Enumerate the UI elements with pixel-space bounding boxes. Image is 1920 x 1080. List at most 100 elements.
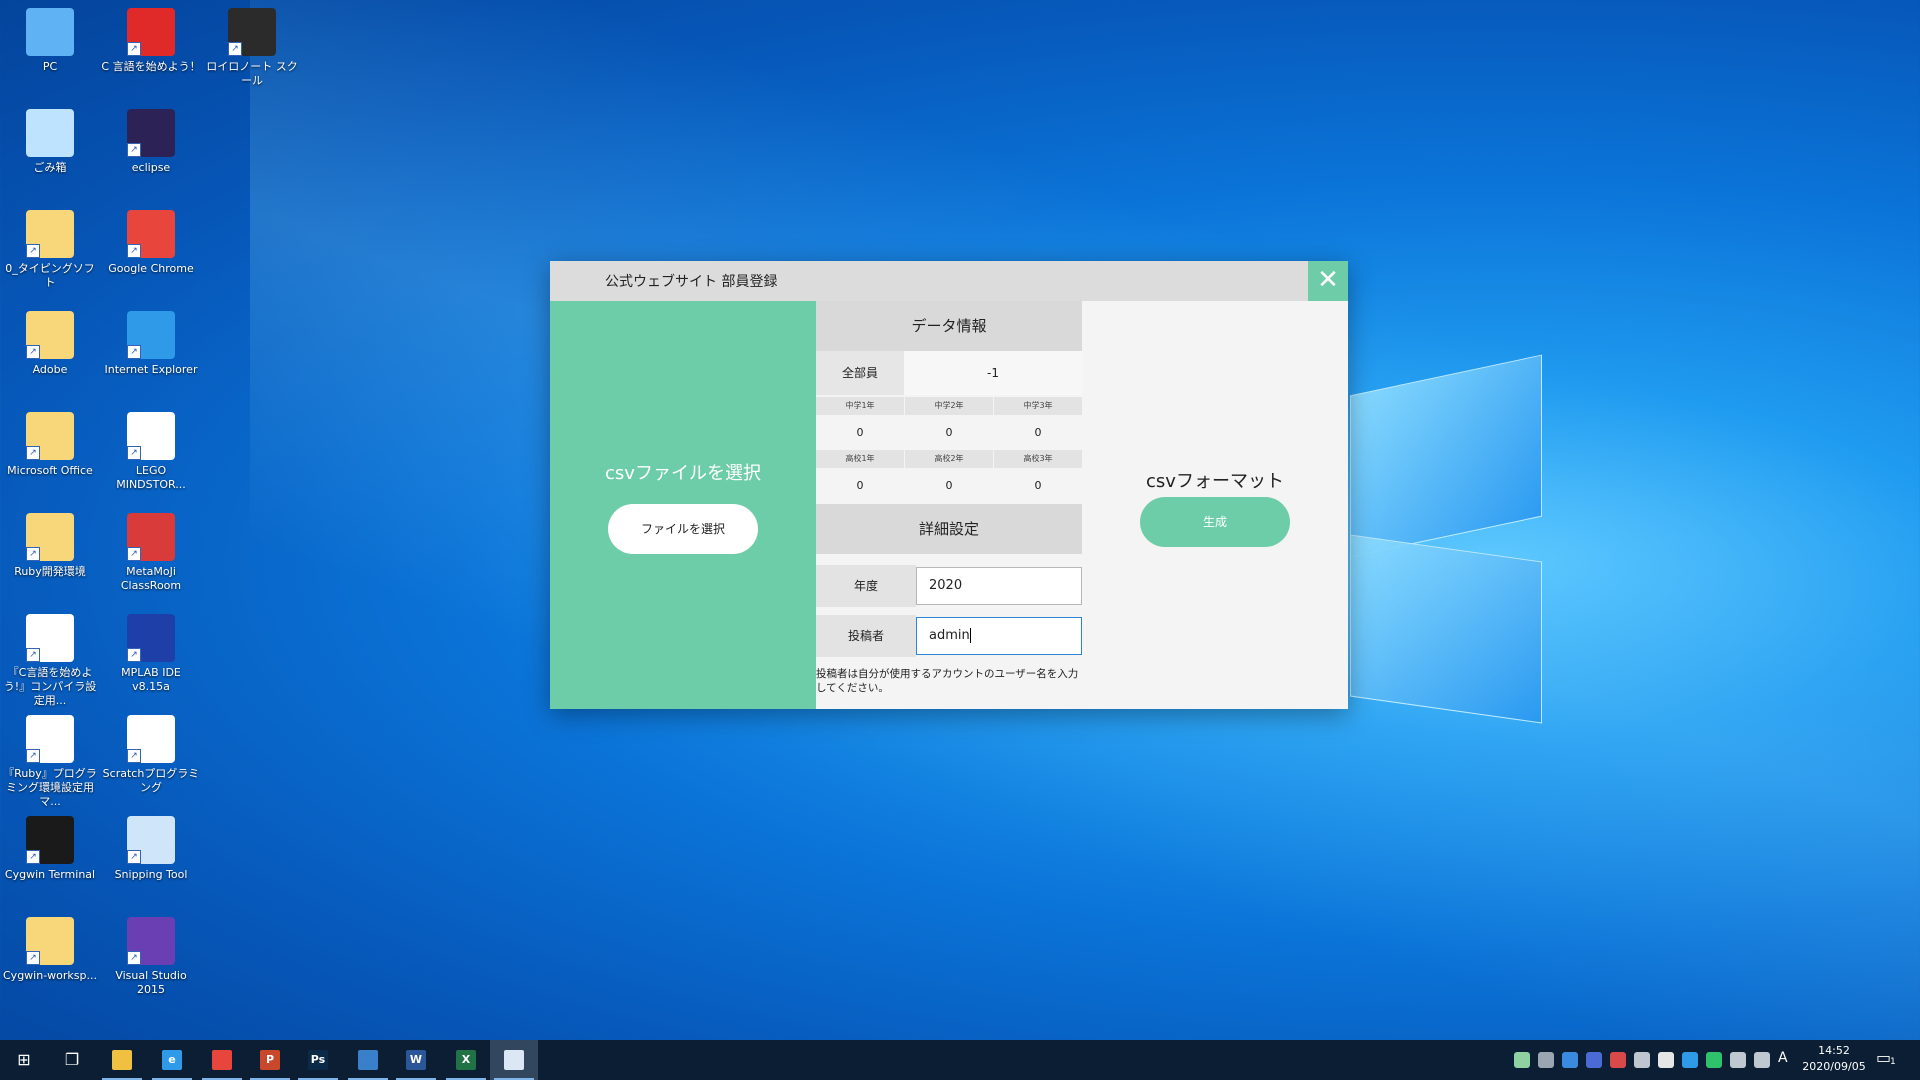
desktop-shortcut[interactable]: ↗ ロイロノート スクール <box>202 2 302 88</box>
shortcut-arrow-icon: ↗ <box>127 143 141 157</box>
c-language-icon: ↗ <box>127 8 175 56</box>
desktop-shortcut[interactable]: ごみ箱 <box>0 103 100 175</box>
bluetooth-icon[interactable] <box>1610 1052 1626 1068</box>
shortcut-arrow-icon: ↗ <box>26 749 40 763</box>
grade-label: 中学2年 <box>905 397 993 415</box>
grade-count: 0 <box>994 468 1082 503</box>
desktop-shortcut[interactable]: ↗ Microsoft Office <box>0 406 100 478</box>
chrome-icon: ↗ <box>127 210 175 258</box>
desktop-shortcut-label: Snipping Tool <box>114 868 188 881</box>
wallpaper-logo-pane <box>1350 534 1542 724</box>
poster-field[interactable]: admin <box>916 617 1082 655</box>
desktop-shortcut[interactable]: ↗ Scratchプログラミング <box>101 709 201 795</box>
taskbar-item[interactable]: W <box>392 1040 440 1080</box>
wechat-icon[interactable] <box>1514 1052 1530 1068</box>
csv-select-title: csvファイルを選択 <box>605 463 761 484</box>
usb-icon[interactable] <box>1658 1052 1674 1068</box>
folder-icon: ↗ <box>26 311 74 359</box>
taskbar-item[interactable]: e <box>148 1040 196 1080</box>
desktop-shortcut-label: MetaMoJi ClassRoom <box>120 565 182 592</box>
grade-count: 0 <box>994 415 1082 450</box>
taskbar-item[interactable] <box>198 1040 246 1080</box>
visual-studio-icon: ↗ <box>127 917 175 965</box>
tool-icon[interactable] <box>1634 1052 1650 1068</box>
network-icon[interactable] <box>1730 1052 1746 1068</box>
shield-icon[interactable] <box>1562 1052 1578 1068</box>
year-field[interactable]: 2020 <box>916 567 1082 605</box>
desktop-shortcut-label: Adobe <box>32 363 68 376</box>
grade-count: 0 <box>905 415 993 450</box>
generate-button[interactable]: 生成 <box>1140 497 1290 547</box>
ime-indicator[interactable]: A <box>1778 1050 1788 1066</box>
shortcut-arrow-icon: ↗ <box>228 42 242 56</box>
volume-muted-icon[interactable] <box>1754 1052 1770 1068</box>
desktop-shortcut[interactable]: ↗ Adobe <box>0 305 100 377</box>
notification-icon: ▭ <box>1876 1048 1892 1067</box>
desktop-shortcut[interactable]: ↗ 0_タイピングソフト <box>0 204 100 290</box>
taskbar-item[interactable]: ❐ <box>48 1040 96 1080</box>
text-cursor <box>969 628 971 643</box>
desktop-shortcut-label: eclipse <box>131 161 171 174</box>
desktop-shortcut-label: Visual Studio 2015 <box>115 969 187 996</box>
dialog-titlebar[interactable]: 公式ウェブサイト 部員登録 ✕ <box>550 261 1348 301</box>
photos-icon <box>358 1050 378 1070</box>
desktop-shortcut[interactable]: ↗ MetaMoJi ClassRoom <box>101 507 201 593</box>
taskbar-item[interactable]: Ps <box>294 1040 342 1080</box>
taskbar-item[interactable]: ⊞ <box>0 1040 48 1080</box>
grade-label: 中学1年 <box>816 397 904 415</box>
clock-date: 2020/09/05 <box>1802 1060 1866 1073</box>
desktop-shortcut[interactable]: ↗ 『C言語を始めよう!』コンパイラ設定用... <box>0 608 100 708</box>
grade-count: 0 <box>816 468 904 503</box>
onedrive-icon[interactable] <box>1682 1052 1698 1068</box>
close-icon: ✕ <box>1317 265 1339 295</box>
taskbar-item[interactable] <box>344 1040 392 1080</box>
internet-explorer-icon: ↗ <box>127 311 175 359</box>
shortcut-arrow-icon: ↗ <box>26 850 40 864</box>
pdf-icon: ↗ <box>26 614 74 662</box>
desktop-shortcut[interactable]: ↗ 『Ruby』プログラミング環境設定用マ... <box>0 709 100 809</box>
shortcut-arrow-icon: ↗ <box>127 850 141 864</box>
dialog-title: 公式ウェブサイト 部員登録 <box>605 274 778 290</box>
csv-format-title: csvフォーマット <box>1146 471 1284 492</box>
cloud-icon[interactable] <box>1538 1052 1554 1068</box>
desktop-shortcut-label: Internet Explorer <box>104 363 198 376</box>
taskbar-item[interactable]: X <box>442 1040 490 1080</box>
desktop-shortcut[interactable]: ↗ Cygwin-worksp... <box>0 911 100 983</box>
desktop-shortcut[interactable]: PC <box>0 2 100 74</box>
desktop-shortcut[interactable]: ↗ Google Chrome <box>101 204 201 276</box>
shortcut-arrow-icon: ↗ <box>127 345 141 359</box>
desktop-shortcut-label: ごみ箱 <box>33 161 67 174</box>
desktop-shortcut[interactable]: ↗ MPLAB IDE v8.15a <box>101 608 201 694</box>
grade-label: 高校1年 <box>816 450 904 468</box>
taskbar-clock[interactable]: 14:52 2020/09/05 <box>1796 1043 1872 1075</box>
taskbar-item[interactable] <box>98 1040 146 1080</box>
desktop-shortcut[interactable]: ↗ Visual Studio 2015 <box>101 911 201 997</box>
desktop-shortcut[interactable]: ↗ Internet Explorer <box>101 305 201 377</box>
desktop-shortcut[interactable]: ↗ Cygwin Terminal <box>0 810 100 882</box>
close-button[interactable]: ✕ <box>1308 261 1348 301</box>
choose-file-button[interactable]: ファイルを選択 <box>608 504 758 554</box>
desktop-shortcut-label: Microsoft Office <box>7 464 93 477</box>
monitor-icon[interactable] <box>1586 1052 1602 1068</box>
desktop-shortcut[interactable]: ↗ Snipping Tool <box>101 810 201 882</box>
desktop-shortcut[interactable]: ↗ eclipse <box>101 103 201 175</box>
shortcut-arrow-icon: ↗ <box>127 446 141 460</box>
taskbar-item[interactable]: P <box>246 1040 294 1080</box>
total-members-label: 全部員 <box>816 351 904 395</box>
grade-cell: 高校1年 0 <box>816 450 904 503</box>
folder-icon: ↗ <box>26 210 74 258</box>
desktop-shortcut-label: MPLAB IDE v8.15a <box>121 666 181 693</box>
grade-cell: 中学1年 0 <box>816 397 904 450</box>
desktop-shortcut[interactable]: ↗ LEGO MINDSTOR... <box>101 406 201 492</box>
pc-icon <box>26 8 74 56</box>
action-center-button[interactable]: ▭ 1 <box>1876 1048 1900 1072</box>
desktop-shortcut[interactable]: ↗ C 言語を始めよう！ <box>101 2 201 74</box>
poster-value: admin <box>929 628 970 643</box>
data-info-header: データ情報 <box>816 301 1082 351</box>
media-icon[interactable] <box>1706 1052 1722 1068</box>
taskbar: ⊞ ❐ e P Ps W X A 14:52 2020/09/05 ▭ 1 <box>0 1040 1920 1080</box>
eclipse-icon: ↗ <box>127 109 175 157</box>
taskbar-item[interactable] <box>490 1040 538 1080</box>
edge-ie-icon: e <box>162 1050 182 1070</box>
desktop-shortcut[interactable]: ↗ Ruby開発環境 <box>0 507 100 579</box>
